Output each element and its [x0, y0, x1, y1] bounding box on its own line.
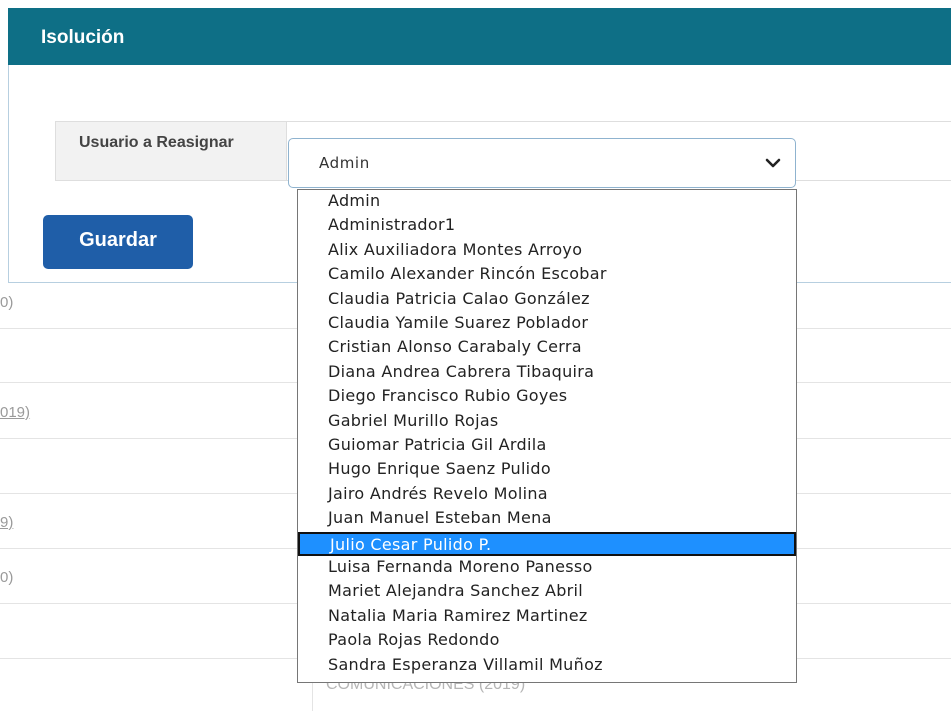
- dropdown-option[interactable]: Guiomar Patricia Gil Ardila: [298, 434, 796, 458]
- dropdown-option[interactable]: Julio Cesar Pulido P.: [298, 531, 796, 556]
- chevron-down-icon: [765, 158, 781, 168]
- row-text-fragment: 0): [0, 294, 14, 311]
- user-dropdown-list[interactable]: Admin Administrador1 Alix Auxiliadora Mont…: [297, 189, 797, 683]
- dropdown-option[interactable]: Diego Francisco Rubio Goyes: [298, 385, 796, 409]
- dropdown-option[interactable]: Claudia Patricia Calao González: [298, 288, 796, 312]
- dropdown-option[interactable]: Paola Rojas Redondo: [298, 629, 796, 653]
- row-text-fragment: 0): [0, 569, 14, 586]
- dropdown-option[interactable]: Alix Auxiliadora Montes Arroyo: [298, 239, 796, 263]
- select-value: Admin: [319, 154, 370, 172]
- dropdown-option[interactable]: Jairo Andrés Revelo Molina: [298, 483, 796, 507]
- dropdown-option[interactable]: Diana Andrea Cabrera Tibaquira: [298, 361, 796, 385]
- dropdown-option[interactable]: Claudia Yamile Suarez Poblador: [298, 312, 796, 336]
- dropdown-option[interactable]: Admin: [298, 190, 796, 214]
- dropdown-option[interactable]: Sandra Esperanza Villamil Muñoz: [298, 654, 796, 678]
- save-button[interactable]: Guardar: [43, 215, 193, 269]
- dropdown-option[interactable]: Mariet Alejandra Sanchez Abril: [298, 580, 796, 604]
- save-button-label: Guardar: [79, 229, 157, 251]
- dropdown-option[interactable]: Cristian Alonso Carabaly Cerra: [298, 336, 796, 360]
- dropdown-option[interactable]: Juan Manuel Esteban Mena: [298, 507, 796, 531]
- field-label: Usuario a Reasignar: [79, 134, 234, 151]
- dropdown-option[interactable]: Luisa Fernanda Moreno Panesso: [298, 556, 796, 580]
- row-link-fragment[interactable]: 9): [0, 514, 13, 531]
- dropdown-option[interactable]: Camilo Alexander Rincón Escobar: [298, 263, 796, 287]
- modal-title: Isolución: [41, 27, 125, 48]
- dropdown-option[interactable]: Gabriel Murillo Rojas: [298, 410, 796, 434]
- row-link-fragment[interactable]: 019): [0, 404, 30, 421]
- dropdown-option[interactable]: Administrador1: [298, 214, 796, 238]
- modal-header: Isolución: [8, 8, 951, 65]
- user-select[interactable]: Admin: [288, 138, 796, 188]
- dropdown-option[interactable]: Natalia Maria Ramirez Martinez: [298, 605, 796, 629]
- dropdown-option[interactable]: Hugo Enrique Saenz Pulido: [298, 458, 796, 482]
- field-label-cell: Usuario a Reasignar: [56, 122, 287, 180]
